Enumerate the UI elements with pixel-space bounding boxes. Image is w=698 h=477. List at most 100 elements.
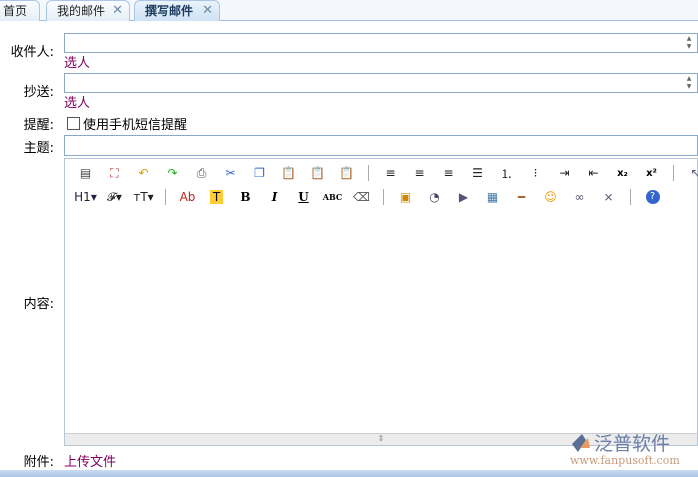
h1-button[interactable]: H1▾ — [71, 186, 100, 208]
link-icon: ∞ — [574, 190, 585, 204]
tab-bar: 首页 我的邮件 ✕ 撰写邮件 ✕ — [0, 0, 698, 21]
spinner-icon[interactable]: ▲ ▼ — [683, 35, 695, 51]
align-center-button[interactable]: ≡ — [405, 162, 434, 184]
b-icon: B — [240, 190, 251, 204]
select-all-button[interactable]: ↖ — [681, 162, 698, 184]
flash-button[interactable]: ◔ — [420, 186, 449, 208]
cut-button[interactable]: ✂ — [216, 162, 245, 184]
svg-text:泛普软件: 泛普软件 — [594, 433, 670, 455]
undo-button[interactable]: ↶ — [129, 162, 158, 184]
i-icon: I — [271, 190, 278, 204]
h1-icon: H1▾ — [74, 190, 97, 204]
fanpusoft-logo: 泛普软件 www.fanpusoft.com — [570, 430, 698, 470]
sms-checkbox[interactable] — [67, 117, 80, 130]
toolbar-separator — [383, 189, 384, 205]
to-input[interactable]: ▲ ▼ — [64, 33, 698, 53]
hr-button[interactable]: ━ — [507, 186, 536, 208]
font-size-icon: ᴛT▾ — [133, 190, 154, 204]
to-label: 收件人: — [10, 45, 54, 60]
flash-icon: ◔ — [429, 190, 440, 204]
paste-text-icon: 📋 — [310, 166, 325, 180]
unordered-list-icon: ⁝ — [533, 166, 538, 180]
outdent-icon: ⇤ — [588, 166, 599, 180]
tab-label: 我的邮件 — [57, 4, 106, 18]
font-size-button[interactable]: ᴛT▾ — [129, 186, 158, 208]
print-button[interactable]: ⎙ — [187, 162, 216, 184]
image-icon: ▣ — [399, 190, 412, 204]
align-center-icon: ≡ — [414, 166, 425, 180]
abc-icon: ABC — [322, 192, 343, 202]
redo-button[interactable]: ↷ — [158, 162, 187, 184]
align-left-icon: ≡ — [385, 166, 396, 180]
copy-button[interactable]: ❐ — [245, 162, 274, 184]
subject-input[interactable] — [64, 135, 698, 156]
spinner-icon[interactable]: ▲ ▼ — [683, 75, 695, 91]
fullscreen-button[interactable]: ⛶ — [100, 162, 129, 184]
superscript-button[interactable]: x² — [637, 162, 666, 184]
t-button[interactable]: T — [202, 186, 231, 208]
subscript-icon: x₂ — [617, 167, 628, 179]
u-icon: U — [298, 190, 309, 204]
align-justify-icon: ☰ — [472, 166, 483, 180]
upload-file-link[interactable]: 上传文件 — [64, 451, 116, 470]
cc-pick-link[interactable]: 选人 — [64, 92, 90, 111]
remind-label: 提醒: — [23, 118, 54, 133]
help-icon: ? — [645, 190, 660, 204]
outdent-button[interactable]: ⇤ — [579, 162, 608, 184]
unlink-button[interactable]: ⨯ — [594, 186, 623, 208]
table-button[interactable]: ▦ — [478, 186, 507, 208]
attach-label: 附件: — [23, 455, 54, 470]
paste-icon: 📋 — [281, 166, 296, 180]
font-button[interactable]: 𝓕▾ — [100, 186, 129, 208]
link-button[interactable]: ∞ — [565, 186, 594, 208]
cc-label: 抄送: — [23, 85, 54, 100]
paste-button[interactable]: 📋 — [274, 162, 303, 184]
u-button[interactable]: U — [289, 186, 318, 208]
abc-button[interactable]: ABC — [318, 186, 347, 208]
help-button[interactable]: ? — [638, 186, 667, 208]
ab-button[interactable]: Ab — [173, 186, 202, 208]
sms-remind-option[interactable]: 使用手机短信提醒 — [67, 114, 187, 133]
close-icon[interactable]: ✕ — [202, 1, 213, 21]
rich-text-editor: ▤ ⛶ ↶ ↷ ⎙ ✂ ❐ 📋 📋 📋 ≡ ≡ ≡ ☰ ⒈ ⁝ ⇥ ⇤ x₂ x² ↖ H1▾ 𝓕▾ ᴛT▾ Ab T B I U AB… — [64, 158, 698, 446]
media-button[interactable]: ▶ — [449, 186, 478, 208]
footer-bar — [0, 470, 698, 477]
paste-word-button[interactable]: 📋 — [332, 162, 361, 184]
tab-home[interactable]: 首页 — [0, 0, 40, 21]
source-button[interactable]: ▤ — [71, 162, 100, 184]
ab-icon: Ab — [179, 190, 196, 204]
cc-input[interactable]: ▲ ▼ — [64, 73, 698, 93]
tab-label: 撰写邮件 — [145, 4, 194, 18]
superscript-icon: x² — [646, 167, 657, 179]
tab-my-mail[interactable]: 我的邮件 ✕ — [46, 0, 130, 21]
indent-button[interactable]: ⇥ — [550, 162, 579, 184]
align-left-button[interactable]: ≡ — [376, 162, 405, 184]
ordered-list-button[interactable]: ⒈ — [492, 162, 521, 184]
hr-icon: ━ — [517, 190, 526, 204]
image-button[interactable]: ▣ — [391, 186, 420, 208]
toolbar-separator — [673, 165, 674, 181]
tab-compose-mail[interactable]: 撰写邮件 ✕ — [134, 0, 220, 21]
editor-content-area[interactable] — [65, 211, 697, 433]
paste-word-icon: 📋 — [339, 166, 354, 180]
paste-text-button[interactable]: 📋 — [303, 162, 332, 184]
b-button[interactable]: B — [231, 186, 260, 208]
align-right-icon: ≡ — [443, 166, 454, 180]
unlink-icon: ⨯ — [603, 190, 614, 204]
media-icon: ▶ — [458, 190, 469, 204]
eraser-button[interactable]: ⌫ — [347, 186, 376, 208]
emoticon-button[interactable]: ☺ — [536, 186, 565, 208]
i-button[interactable]: I — [260, 186, 289, 208]
font-icon: 𝓕▾ — [107, 189, 122, 204]
close-icon[interactable]: ✕ — [112, 1, 123, 21]
subscript-button[interactable]: x₂ — [608, 162, 637, 184]
undo-icon: ↶ — [138, 166, 149, 180]
ordered-list-icon: ⒈ — [500, 166, 513, 181]
to-pick-link[interactable]: 选人 — [64, 52, 90, 71]
unordered-list-button[interactable]: ⁝ — [521, 162, 550, 184]
tab-label: 首页 — [3, 4, 28, 18]
align-justify-button[interactable]: ☰ — [463, 162, 492, 184]
align-right-button[interactable]: ≡ — [434, 162, 463, 184]
svg-text:www.fanpusoft.com: www.fanpusoft.com — [570, 454, 680, 467]
eraser-icon: ⌫ — [353, 190, 370, 204]
